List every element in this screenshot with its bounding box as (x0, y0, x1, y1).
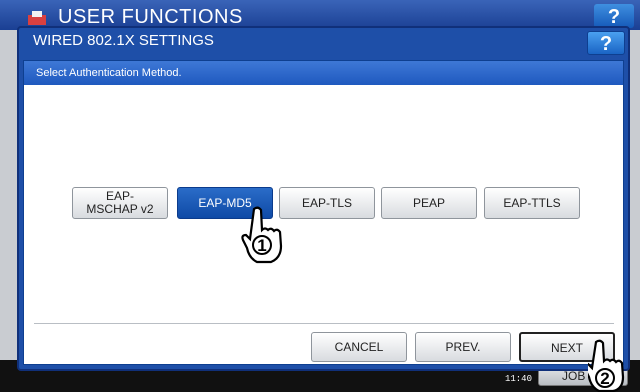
method-label: EAP-TLS (301, 195, 352, 210)
method-eap-tls-button[interactable]: EAP-TLS (279, 187, 375, 219)
dialog-content: Select Authentication Method. EAP-MSCHAP… (23, 60, 624, 365)
method-label: EAP-TTLS (503, 195, 561, 210)
step-number: 1 (257, 236, 266, 255)
method-label: EAP-MSCHAP v2 (86, 189, 154, 216)
cancel-button[interactable]: CANCEL (311, 332, 407, 362)
method-eap-ttls-button[interactable]: EAP-TTLS (484, 187, 580, 219)
method-label: PEAP (412, 195, 445, 210)
divider (34, 323, 614, 324)
step-number: 2 (600, 369, 609, 388)
background-help-button[interactable]: ? (594, 4, 634, 28)
prompt-text: Select Authentication Method. (36, 67, 182, 79)
clock: 11:40 (504, 374, 532, 384)
pointing-hand-icon: 1 (241, 206, 283, 264)
method-peap-button[interactable]: PEAP (381, 187, 477, 219)
dialog-title: WIRED 802.1X SETTINGS (33, 32, 214, 49)
user-functions-icon (28, 11, 46, 25)
prompt-bar: Select Authentication Method. (24, 61, 623, 85)
dialog-help-button[interactable]: ? (587, 31, 625, 55)
prev-button[interactable]: PREV. (415, 332, 511, 362)
wired-8021x-dialog: WIRED 802.1X SETTINGS ? Select Authentic… (17, 26, 630, 371)
method-eap-mschapv2-button[interactable]: EAP-MSCHAP v2 (72, 187, 168, 219)
pointing-hand-icon: 2 (588, 339, 625, 392)
